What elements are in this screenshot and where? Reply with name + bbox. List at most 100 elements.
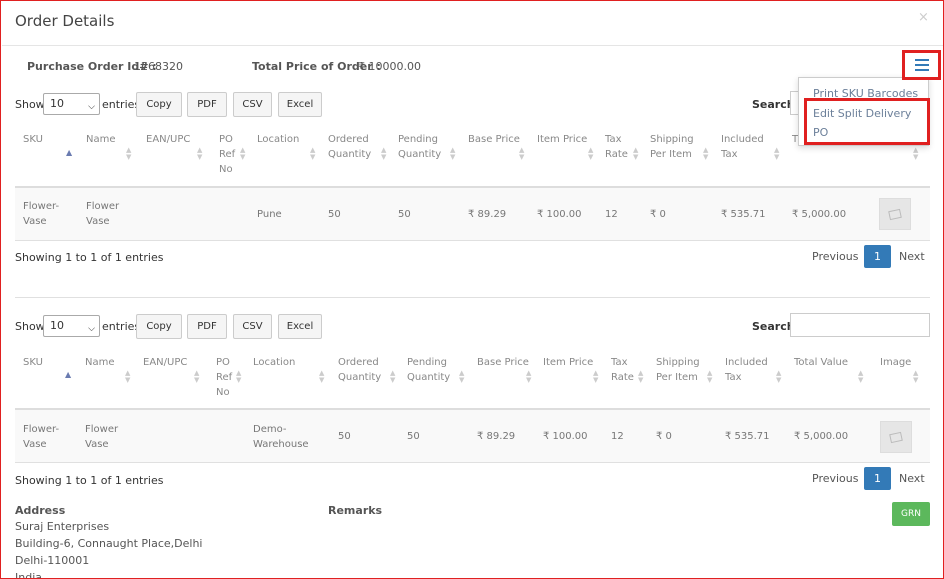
sort-icon: ▲ ▼ (913, 146, 919, 161)
pdf-button[interactable]: PDF (187, 92, 227, 117)
col-shipping-per-item[interactable]: Shipping Per Item (656, 355, 700, 385)
show-label: Show (15, 98, 45, 111)
sort-icon: ▲ ▼ (703, 146, 709, 161)
col-item-price[interactable]: Item Price (537, 132, 587, 147)
col-sku[interactable]: SKU (23, 355, 43, 370)
cell-included-tax: ₹ 535.71 (725, 431, 770, 442)
sort-icon: ▲ ▼ (588, 146, 594, 161)
close-icon[interactable]: × (918, 10, 929, 25)
sort-icon: ▲ ▼ (593, 369, 599, 384)
col-ordered-quantity[interactable]: Ordered Quantity (338, 355, 381, 385)
cell-shipping: ₹ 0 (650, 209, 666, 220)
entries-select[interactable]: 10 ⌵ (43, 93, 100, 115)
col-tax-rate[interactable]: Tax Rate (605, 132, 628, 162)
cell-base-price: ₹ 89.29 (468, 209, 507, 220)
col-pending-quantity[interactable]: Pending Quantity (407, 355, 450, 385)
previous-page-button[interactable]: Previous (812, 250, 859, 263)
cell-pending: 50 (398, 209, 411, 220)
cell-ordered: 50 (338, 431, 351, 442)
col-location[interactable]: Location (253, 355, 295, 370)
page-1-button[interactable]: 1 (864, 467, 891, 490)
cell-tax-rate: 12 (605, 209, 618, 220)
col-included-tax[interactable]: Included Tax (725, 355, 768, 385)
col-shipping-per-item[interactable]: Shipping Per Item (650, 132, 694, 162)
remarks-title: Remarks (328, 504, 383, 517)
page-1-button[interactable]: 1 (864, 245, 891, 268)
excel-button[interactable]: Excel (278, 92, 322, 117)
cell-item-price: ₹ 100.00 (543, 431, 588, 442)
modal-title: Order Details (15, 12, 115, 30)
previous-page-button[interactable]: Previous (812, 472, 859, 485)
address-line: Building-6, Connaught Place,Delhi (15, 537, 203, 550)
col-included-tax[interactable]: Included Tax (721, 132, 764, 162)
header-divider (2, 45, 943, 46)
col-po-ref-no[interactable]: PO Ref No (219, 132, 235, 177)
sort-icon: ▲ ▼ (774, 146, 780, 161)
entries-label: entries (102, 320, 141, 333)
next-page-button[interactable]: Next (899, 472, 925, 485)
table-2-bottom-border (15, 462, 930, 463)
search-input[interactable] (790, 313, 930, 337)
csv-button[interactable]: CSV (233, 314, 272, 339)
col-ean-upc[interactable]: EAN/UPC (146, 132, 190, 147)
cell-shipping: ₹ 0 (656, 431, 672, 442)
col-sku[interactable]: SKU (23, 132, 43, 147)
sort-icon: ▲ ▼ (638, 369, 644, 384)
sort-icon: ▲ ▼ (776, 369, 782, 384)
sort-icon: ▲ ▼ (707, 369, 713, 384)
col-po-ref-no[interactable]: PO Ref No (216, 355, 232, 400)
chevron-down-icon: ⌵ (88, 102, 95, 112)
col-image[interactable]: Image (880, 355, 911, 370)
copy-button[interactable]: Copy (136, 314, 182, 339)
col-tax-rate[interactable]: Tax Rate (611, 355, 634, 385)
actions-menu-button[interactable] (902, 50, 941, 80)
cell-item-price: ₹ 100.00 (537, 209, 582, 220)
table-row (15, 410, 930, 462)
col-base-price[interactable]: Base Price (477, 355, 529, 370)
grn-button[interactable]: GRN (892, 502, 930, 526)
sort-icon: ▲ ▼ (526, 369, 532, 384)
table-1-info: Showing 1 to 1 of 1 entries (15, 251, 164, 264)
address-line: Suraj Enterprises (15, 520, 110, 533)
section-divider (15, 297, 930, 298)
col-base-price[interactable]: Base Price (468, 132, 520, 147)
cell-ordered: 50 (328, 209, 341, 220)
table-1-bottom-border (15, 240, 930, 241)
sort-icon: ▲ ▼ (913, 369, 919, 384)
hamburger-icon (914, 59, 929, 71)
excel-button[interactable]: Excel (278, 314, 322, 339)
product-image-icon[interactable] (879, 198, 911, 230)
sort-asc-icon: ▲ (66, 148, 73, 157)
cell-location: Demo- Warehouse (253, 424, 309, 450)
sort-icon: ▲ ▼ (236, 369, 242, 384)
menu-highlight-box (804, 98, 930, 145)
col-ean-upc[interactable]: EAN/UPC (143, 355, 187, 370)
cell-location: Pune (257, 209, 282, 220)
col-item-price[interactable]: Item Price (543, 355, 593, 370)
col-name[interactable]: Name (85, 355, 115, 370)
col-total-value[interactable]: Total Value (794, 355, 848, 370)
sort-icon: ▲ ▼ (194, 369, 200, 384)
cell-sku: Flower- Vase (23, 201, 60, 227)
col-location[interactable]: Location (257, 132, 299, 147)
entries-select[interactable]: 10 ⌵ (43, 315, 100, 337)
cell-name: Flower Vase (86, 201, 120, 227)
cell-total-value: ₹ 5,000.00 (794, 431, 849, 442)
cell-base-price: ₹ 89.29 (477, 431, 516, 442)
cell-included-tax: ₹ 535.71 (721, 209, 766, 220)
sort-icon: ▲ ▼ (197, 146, 203, 161)
csv-button[interactable]: CSV (233, 92, 272, 117)
cell-tax-rate: 12 (611, 431, 624, 442)
col-name[interactable]: Name (86, 132, 116, 147)
product-image-icon[interactable] (880, 421, 912, 453)
copy-button[interactable]: Copy (136, 92, 182, 117)
pdf-button[interactable]: PDF (187, 314, 227, 339)
address-block: Suraj Enterprises Building-6, Connaught … (15, 518, 203, 578)
col-pending-quantity[interactable]: Pending Quantity (398, 132, 441, 162)
entries-select-value: 10 (50, 97, 64, 110)
next-page-button[interactable]: Next (899, 250, 925, 263)
cell-sku: Flower- Vase (23, 424, 60, 450)
sort-icon: ▲ ▼ (519, 146, 525, 161)
sort-icon: ▲ ▼ (126, 146, 132, 161)
col-ordered-quantity[interactable]: Ordered Quantity (328, 132, 371, 162)
